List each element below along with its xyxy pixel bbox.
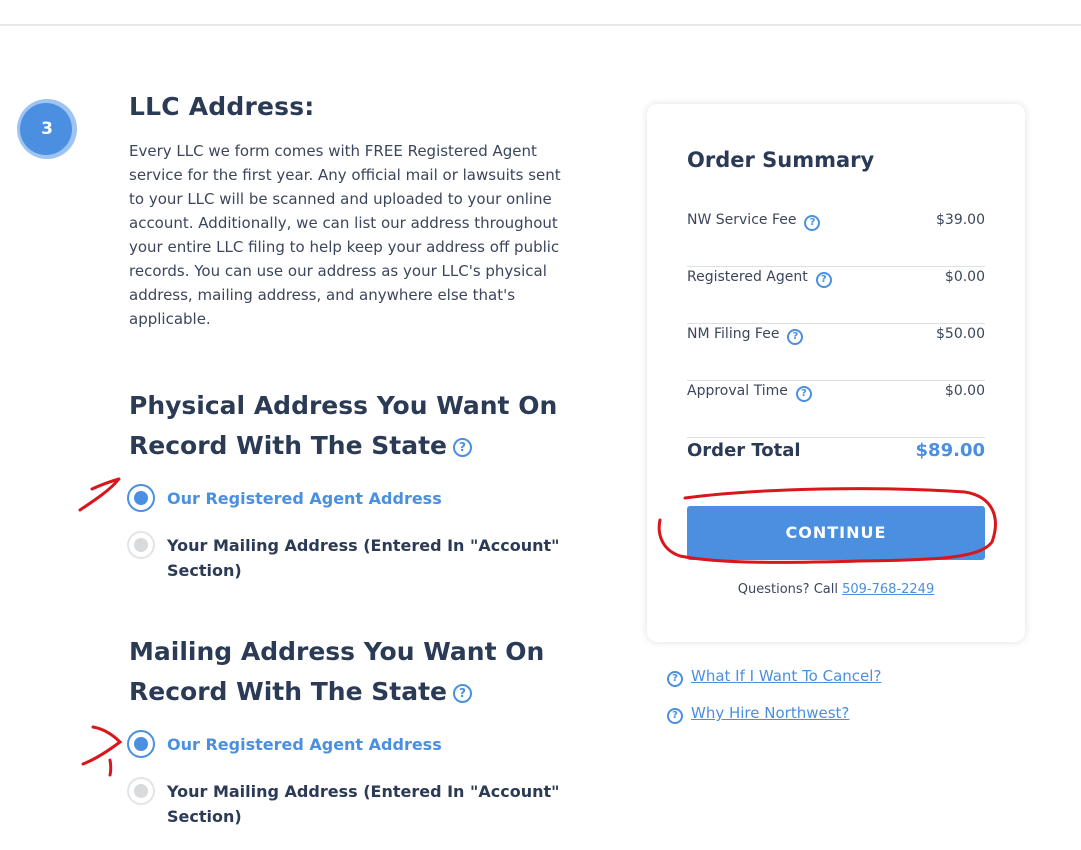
step-badge: 3 [17, 99, 77, 159]
help-circle-icon[interactable]: ? [452, 684, 472, 703]
help-circle-icon: ? [667, 708, 683, 724]
radio-unselected-icon[interactable] [127, 531, 155, 559]
mailing-option-registered-agent-label[interactable]: Our Registered Agent Address [167, 732, 577, 757]
order-total-label: Order Total [687, 440, 801, 461]
cancel-link-row[interactable]: ? What If I Want To Cancel? [667, 667, 881, 687]
arrow-annotation [81, 725, 123, 777]
physical-address-heading-text: Physical Address You Want On Record With… [129, 391, 558, 460]
help-circle-icon[interactable]: ? [815, 272, 832, 288]
help-circle-icon[interactable]: ? [452, 438, 472, 457]
cancel-link[interactable]: What If I Want To Cancel? [691, 667, 881, 685]
fee-label: NM Filing Fee [687, 326, 780, 342]
fee-label: NW Service Fee [687, 212, 797, 228]
fee-value: $39.00 [936, 212, 985, 228]
fee-row-approval-time: Approval Time? $0.00 [687, 381, 985, 438]
physical-option-mailing-address-label[interactable]: Your Mailing Address (Entered In "Accoun… [167, 533, 577, 583]
fee-value: $50.00 [936, 326, 985, 342]
radio-selected-icon[interactable] [127, 484, 155, 512]
section-title: LLC Address: [129, 92, 315, 121]
section-description: Every LLC we form comes with FREE Regist… [129, 142, 561, 328]
radio-unselected-icon[interactable] [127, 777, 155, 805]
help-circle-icon[interactable]: ? [787, 329, 804, 345]
radio-selected-icon[interactable] [127, 730, 155, 758]
help-circle-icon[interactable]: ? [795, 386, 812, 402]
help-circle-icon: ? [667, 671, 683, 687]
mailing-address-heading: Mailing Address You Want On Record With … [129, 632, 579, 712]
order-summary-title: Order Summary [687, 148, 875, 172]
arrow-annotation [78, 477, 121, 512]
fee-row-registered-agent: Registered Agent? $0.00 [687, 267, 985, 324]
why-hire-link-row[interactable]: ? Why Hire Northwest? [667, 704, 849, 724]
order-total-value: $89.00 [915, 440, 985, 461]
order-summary-card: Order Summary NW Service Fee? $39.00 Reg… [647, 104, 1025, 642]
fee-value: $0.00 [944, 269, 985, 285]
questions-text: Questions? Call [737, 582, 838, 597]
physical-address-heading: Physical Address You Want On Record With… [129, 386, 579, 466]
continue-button[interactable]: CONTINUE [687, 506, 985, 560]
fee-row-nw-service: NW Service Fee? $39.00 [687, 210, 985, 267]
top-bar [0, 0, 1081, 26]
phone-link[interactable]: 509-768-2249 [842, 582, 934, 597]
help-circle-icon[interactable]: ? [804, 215, 821, 231]
fee-row-filing-fee: NM Filing Fee? $50.00 [687, 324, 985, 381]
fee-value: $0.00 [944, 383, 985, 399]
fee-label: Approval Time [687, 383, 788, 399]
questions-line: Questions? Call 509-768-2249 [647, 582, 1025, 597]
physical-option-registered-agent-label[interactable]: Our Registered Agent Address [167, 486, 577, 511]
step-number: 3 [41, 119, 53, 139]
why-hire-link[interactable]: Why Hire Northwest? [691, 704, 849, 722]
mailing-option-mailing-address-label[interactable]: Your Mailing Address (Entered In "Accoun… [167, 779, 577, 829]
mailing-address-heading-text: Mailing Address You Want On Record With … [129, 637, 545, 706]
fee-label: Registered Agent [687, 269, 808, 285]
